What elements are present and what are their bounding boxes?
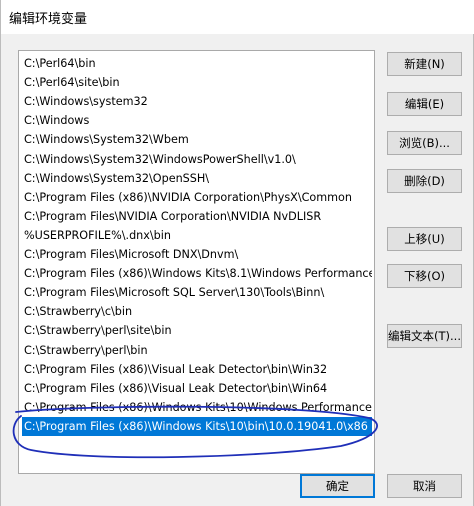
move-up-button[interactable]: 上移(U) (387, 227, 462, 251)
list-item[interactable]: C:\Program Files\NVIDIA Corporation\NVID… (22, 207, 372, 226)
edit-env-var-dialog: 编辑环境变量 C:\Perl64\bin C:\Perl64\site\bin C:… (0, 0, 474, 506)
list-item[interactable]: C:\Windows (22, 111, 372, 130)
list-item[interactable]: C:\Windows\System32\Wbem (22, 130, 372, 149)
list-item[interactable]: C:\Program Files (x86)\Visual Leak Detec… (22, 360, 372, 379)
new-button[interactable]: 新建(N) (387, 52, 462, 76)
list-item[interactable]: C:\Program Files (x86)\Windows Kits\10\b… (22, 416, 372, 436)
list-item[interactable]: C:\Program Files\Microsoft DNX\Dnvm\ (22, 245, 372, 264)
title-bar[interactable]: 编辑环境变量 (1, 0, 474, 34)
cancel-button[interactable]: 取消 (387, 474, 462, 498)
list-item[interactable]: C:\Strawberry\c\bin (22, 302, 372, 321)
list-item[interactable]: C:\Program Files (x86)\Windows Kits\8.1\… (22, 264, 372, 283)
list-item[interactable]: C:\Windows\system32 (22, 92, 372, 111)
list-item[interactable]: C:\Windows\System32\WindowsPowerShell\v1… (22, 150, 372, 169)
list-item[interactable]: C:\Windows\System32\OpenSSH\ (22, 169, 372, 188)
list-item[interactable]: C:\Strawberry\perl\site\bin (22, 321, 372, 340)
dialog-title: 编辑环境变量 (9, 12, 88, 27)
move-down-button[interactable]: 下移(O) (387, 264, 462, 288)
list-item[interactable]: C:\Program Files (x86)\Windows Kits\10\W… (22, 398, 372, 417)
list-item[interactable]: C:\Perl64\site\bin (22, 73, 372, 92)
edit-button[interactable]: 编辑(E) (387, 92, 462, 116)
list-item[interactable]: C:\Program Files (x86)\NVIDIA Corporatio… (22, 188, 372, 207)
list-item[interactable]: C:\Program Files (x86)\Visual Leak Detec… (22, 379, 372, 398)
list-item[interactable]: %USERPROFILE%\.dnx\bin (22, 226, 372, 245)
delete-button[interactable]: 删除(D) (387, 169, 462, 193)
list-item[interactable]: C:\Perl64\bin (22, 54, 372, 73)
list-item[interactable]: C:\Strawberry\perl\bin (22, 341, 372, 360)
edit-text-button[interactable]: 编辑文本(T)... (387, 324, 462, 348)
ok-button[interactable]: 确定 (300, 474, 375, 498)
path-list[interactable]: C:\Perl64\bin C:\Perl64\site\bin C:\Window… (18, 50, 375, 474)
list-item[interactable]: C:\Program Files\Microsoft SQL Server\13… (22, 283, 372, 302)
browse-button[interactable]: 浏览(B)... (387, 131, 462, 155)
